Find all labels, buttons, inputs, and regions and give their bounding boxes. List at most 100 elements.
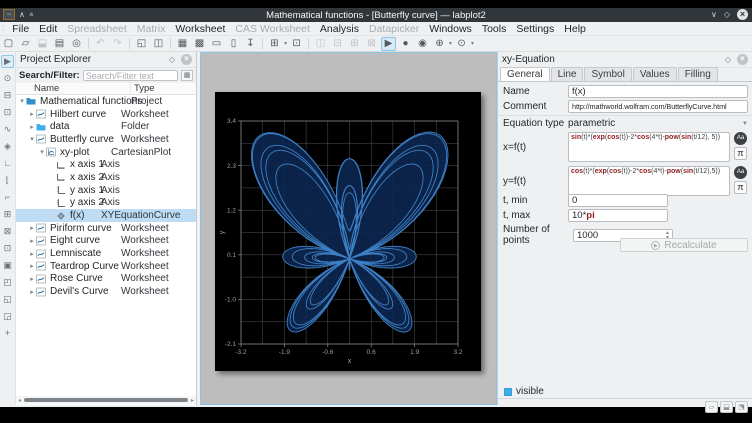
new-workbook-icon[interactable]: ◫ (151, 37, 166, 51)
close-panel-icon[interactable]: × (181, 54, 192, 65)
x-equation-field[interactable]: sin(t)*(exp(cos(t))-2*cos(4*t)-pow(sin(t… (568, 132, 730, 162)
add-x-axis-icon[interactable]: ⌊ (1, 174, 14, 187)
print-icon[interactable]: ▤ (52, 37, 67, 51)
tmin-field[interactable] (568, 194, 668, 207)
worksheet-view[interactable]: -3.2-1.9-0.60.61.93.23.42.31.20.1-1.0-2.… (200, 52, 497, 405)
butterfly-plot[interactable]: -3.2-1.9-0.60.61.93.23.42.31.20.1-1.0-2.… (215, 92, 481, 371)
expander-icon[interactable]: ▸ (28, 250, 36, 258)
insert-function-button[interactable]: Aa (734, 132, 747, 145)
tree-row-x-axis-2[interactable]: x axis 2Axis (16, 171, 196, 184)
new-matrix-icon[interactable]: ▩ (192, 37, 207, 51)
y-axis-title[interactable]: y (219, 230, 226, 234)
insert-function-button[interactable]: Aa (734, 166, 747, 179)
column-type[interactable]: Type (130, 83, 155, 94)
visible-checkbox[interactable] (504, 388, 512, 396)
expander-icon[interactable]: ▾ (38, 148, 46, 156)
import-icon[interactable]: ↧ (243, 37, 258, 51)
tree-row-mathematical-functions[interactable]: ▾Mathematical functionsProject (16, 95, 196, 108)
column-name[interactable]: Name (34, 83, 59, 94)
tab-values[interactable]: Values (633, 67, 677, 82)
magnification-icon[interactable]: ⊕ (432, 37, 447, 51)
add-equation-curve-icon[interactable]: ◈ (1, 140, 14, 153)
tree-row-piriform-curve[interactable]: ▸Piriform curveWorksheet (16, 222, 196, 235)
open-folder-icon[interactable]: ▱ (18, 37, 33, 51)
add-axis-icon[interactable]: ∟ (1, 157, 14, 170)
load-template-icon[interactable]: ▱ (705, 401, 718, 413)
new-plot-dropdown-icon[interactable]: ▾ (284, 40, 287, 47)
equation-type-combobox[interactable]: parametric ▼ (568, 118, 748, 129)
name-field[interactable] (568, 85, 748, 98)
new-folder-icon[interactable]: ◱ (134, 37, 149, 51)
new-plot-icon[interactable]: ⊞ (267, 37, 282, 51)
search-input[interactable] (83, 70, 178, 81)
close-icon[interactable]: × (737, 9, 748, 20)
maximize-icon[interactable]: ◇ (724, 9, 730, 20)
menu-settings[interactable]: Settings (511, 23, 559, 35)
tree-row-lemniscate[interactable]: ▸LemniscateWorksheet (16, 247, 196, 260)
tab-symbol[interactable]: Symbol (584, 67, 631, 82)
scroll-left-icon[interactable]: ◂ (16, 397, 23, 404)
expander-icon[interactable]: ▾ (18, 97, 26, 105)
tree-row-y-axis-2[interactable]: y axis 2Axis (16, 197, 196, 210)
add-curve-icon[interactable]: ∿ (1, 123, 14, 136)
dock-close-icon[interactable]: × (737, 54, 748, 65)
select-cursor-icon[interactable]: ▶ (1, 55, 14, 68)
titlebar[interactable]: ~ ∧ » Mathematical functions - [Butterfl… (0, 8, 752, 22)
app-icon[interactable]: ~ (3, 9, 15, 20)
tmax-field[interactable]: 10*pi (568, 209, 668, 222)
expander-icon[interactable]: ▸ (28, 224, 36, 232)
menu-edit[interactable]: Edit (34, 23, 62, 35)
tree-column-header[interactable]: Name Type (16, 83, 196, 95)
tree-row-xy-plot[interactable]: ▾xy-plotCartesianPlot (16, 146, 196, 159)
tree-row-data[interactable]: ▸dataFolder (16, 120, 196, 133)
insert-constant-button[interactable]: π (734, 181, 747, 194)
y-equation-field[interactable]: cos(t)*(exp(cos(t))-2*cos(4*t)-pow(sin(t… (568, 166, 730, 196)
expander-icon[interactable]: ▸ (28, 110, 36, 118)
menu-worksheet[interactable]: Worksheet (170, 23, 230, 35)
menu-analysis[interactable]: Analysis (315, 23, 364, 35)
zoom-x-icon[interactable]: ⊟ (1, 89, 14, 102)
expander-icon[interactable]: ▸ (28, 262, 36, 270)
scroll-right-icon[interactable]: ▸ (189, 397, 196, 404)
magnification-dropdown-icon[interactable]: ▾ (449, 40, 452, 47)
tree-row-y-axis-1[interactable]: y axis 1Axis (16, 184, 196, 197)
dock-float-icon[interactable]: ◇ (725, 55, 731, 64)
zoom-fit-icon[interactable]: ⊡ (1, 242, 14, 255)
comment-field[interactable] (568, 100, 748, 113)
menu-file[interactable]: File (7, 23, 34, 35)
new-note-icon[interactable]: ▯ (226, 37, 241, 51)
save-template-icon[interactable]: ⬓ (720, 401, 733, 413)
expander-icon[interactable]: ▸ (28, 275, 36, 283)
new-worksheet-icon[interactable]: ▭ (209, 37, 224, 51)
tree-row-x-axis-1[interactable]: x axis 1Axis (16, 158, 196, 171)
new-spreadsheet-icon[interactable]: ▦ (175, 37, 190, 51)
zoom-mode-icon[interactable]: ⊙ (1, 72, 14, 85)
tree-row-butterfly-curve[interactable]: ▾Butterfly curveWorksheet (16, 133, 196, 146)
tab-general[interactable]: General (500, 67, 550, 82)
shift-right-icon[interactable]: + (1, 327, 14, 340)
tree-row-teardrop-curve[interactable]: ▸Teardrop CurveWorksheet (16, 260, 196, 273)
tab-line[interactable]: Line (551, 67, 584, 82)
select-cursor-icon[interactable]: ▶ (381, 37, 396, 51)
search-options-icon[interactable]: ▦ (181, 70, 193, 81)
scrollbar-thumb[interactable] (24, 398, 188, 402)
recalculate-button[interactable]: ▶ Recalculate (620, 238, 748, 252)
tree-row-rose-curve[interactable]: ▸Rose CurveWorksheet (16, 273, 196, 286)
worksheet-page[interactable]: -3.2-1.9-0.60.61.93.23.42.31.20.1-1.0-2.… (215, 92, 481, 371)
zoom-select-icon[interactable]: ◉ (415, 37, 430, 51)
print-preview-icon[interactable]: ◎ (69, 37, 84, 51)
shade-icon[interactable]: » (26, 12, 37, 16)
horizontal-scrollbar[interactable]: ◂ ▸ (16, 396, 196, 404)
expander-icon[interactable]: ▸ (28, 288, 36, 296)
tree-row-eight-curve[interactable]: ▸Eight curveWorksheet (16, 235, 196, 248)
expander-icon[interactable]: ▸ (28, 237, 36, 245)
export-icon[interactable]: ⬔ (735, 401, 748, 413)
tree-row-f-x[interactable]: f(x)XYEquationCurve (16, 209, 196, 222)
menu-windows[interactable]: Windows (424, 23, 477, 35)
float-panel-icon[interactable]: ◇ (169, 55, 175, 64)
navigate-icon[interactable]: ● (398, 37, 413, 51)
new-document-icon[interactable]: ▢ (1, 37, 16, 51)
keep-above-icon[interactable]: ∧ (19, 9, 25, 20)
tab-filling[interactable]: Filling (678, 67, 718, 82)
expander-icon[interactable]: ▸ (28, 123, 36, 131)
